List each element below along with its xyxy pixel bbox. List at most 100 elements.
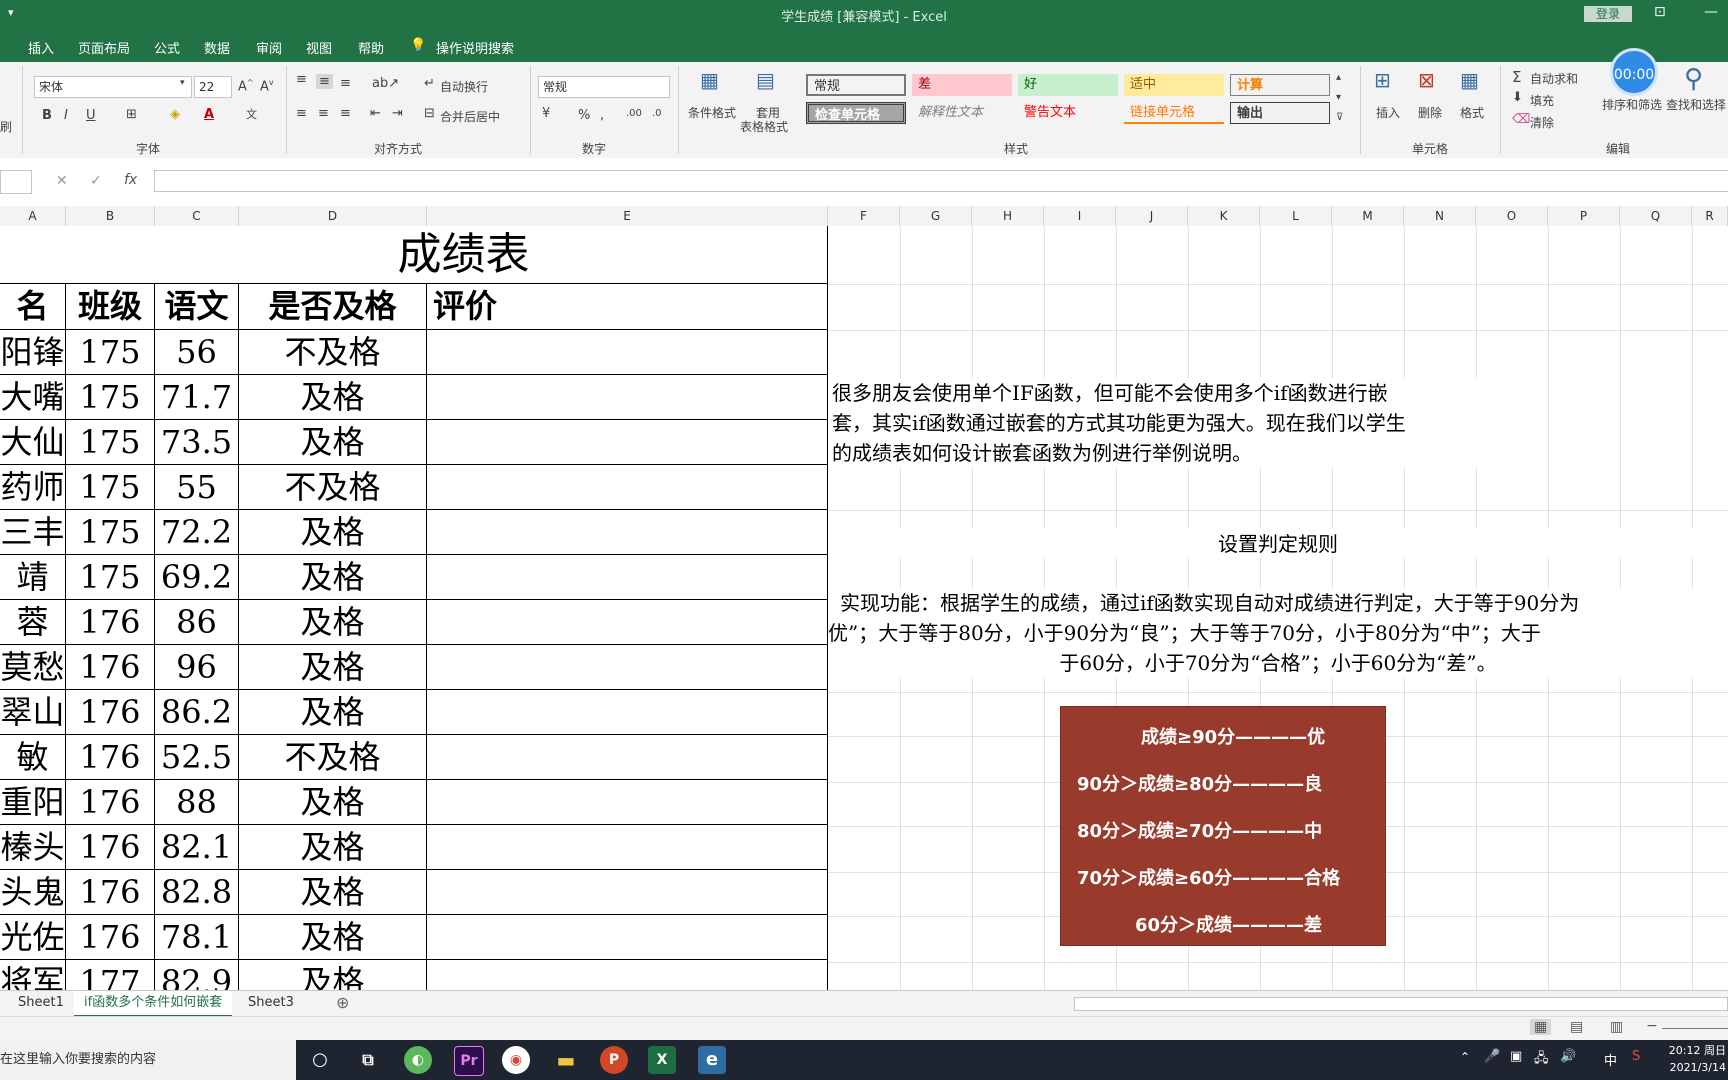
cell-name[interactable]: 大仙 [0, 420, 66, 465]
style-check-cell[interactable]: 检查单元格 [806, 102, 906, 124]
styles-more-icon[interactable]: ⊽ [1336, 112, 1343, 123]
cell-evaluation[interactable] [427, 510, 828, 555]
rule-title[interactable]: 设置判定规则 [828, 528, 1728, 557]
column-header[interactable]: H [972, 206, 1044, 226]
cell-name[interactable]: 莫愁 [0, 645, 66, 690]
table-format-icon[interactable]: ▤ [756, 68, 775, 92]
styles-scroll-up-icon[interactable]: ▴ [1336, 72, 1341, 83]
network-icon[interactable]: 🖧 [1534, 1049, 1549, 1071]
cell-name[interactable]: 药师 [0, 465, 66, 510]
format-cells-icon[interactable]: ▦ [1460, 68, 1479, 92]
delete-cells-icon[interactable]: ⊠ [1418, 68, 1435, 92]
conditional-format-button[interactable]: 条件格式 [688, 104, 736, 121]
cell-pass[interactable]: 及格 [239, 555, 427, 600]
cell-name[interactable]: 将军 [0, 960, 66, 990]
cell-chinese[interactable]: 72.2 [155, 510, 239, 555]
zoom-out-icon[interactable]: − [1646, 1018, 1658, 1034]
font-name-select[interactable]: 宋体 [34, 76, 192, 98]
cell-class[interactable]: 175 [66, 510, 155, 555]
ie-icon[interactable]: e [698, 1046, 726, 1074]
insert-function-icon[interactable]: fx [124, 172, 137, 188]
cell-name[interactable]: 靖 [0, 555, 66, 600]
cell-class[interactable]: 176 [66, 780, 155, 825]
column-header[interactable]: N [1404, 206, 1476, 226]
cell-class[interactable]: 176 [66, 825, 155, 870]
cell-chinese[interactable]: 55 [155, 465, 239, 510]
cell-class[interactable]: 175 [66, 555, 155, 600]
style-output[interactable]: 输出 [1230, 102, 1330, 124]
task-view-icon[interactable]: ⧉ [354, 1046, 382, 1074]
cell-chinese[interactable]: 69.2 [155, 555, 239, 600]
menu-insert[interactable]: 插入 [28, 38, 54, 57]
cell-chinese[interactable]: 96 [155, 645, 239, 690]
column-header[interactable]: D [239, 206, 427, 226]
cell-evaluation[interactable] [427, 960, 828, 990]
column-header[interactable]: F [828, 206, 900, 226]
worksheet-grid[interactable]: 成绩表 名 班级 语文 是否及格 评价 阳锋 175 56 不及格 大嘴 175 71.7 及… [0, 226, 1728, 990]
cell-pass[interactable]: 及格 [239, 420, 427, 465]
chrome-icon[interactable]: ◉ [502, 1046, 530, 1074]
tray-expand-icon[interactable]: ⌃ [1460, 1050, 1470, 1064]
cell-pass[interactable]: 及格 [239, 375, 427, 420]
login-button[interactable]: 登录 [1584, 6, 1632, 22]
column-header[interactable]: A [0, 206, 66, 226]
header-cell-pass[interactable]: 是否及格 [239, 284, 427, 330]
volume-icon[interactable]: 🔊 [1560, 1049, 1576, 1064]
cell-class[interactable]: 175 [66, 420, 155, 465]
column-header[interactable]: E [427, 206, 828, 226]
style-bad[interactable]: 差 [912, 74, 1012, 96]
taskbar-search-input[interactable]: 在这里输入你要搜索的内容 [0, 1040, 296, 1080]
name-box[interactable] [0, 170, 32, 194]
cell-evaluation[interactable] [427, 690, 828, 735]
cell-name[interactable]: 榛头 [0, 825, 66, 870]
header-cell-chinese[interactable]: 语文 [155, 284, 239, 330]
styles-scroll-down-icon[interactable]: ▾ [1336, 92, 1341, 103]
wrap-text-button[interactable]: 自动换行 [440, 78, 488, 95]
cell-chinese[interactable]: 82.9 [155, 960, 239, 990]
align-center-icon[interactable]: ≡ [318, 106, 329, 121]
cell-evaluation[interactable] [427, 555, 828, 600]
cell-pass[interactable]: 及格 [239, 960, 427, 990]
cell-pass[interactable]: 及格 [239, 645, 427, 690]
table-title[interactable]: 成绩表 [0, 226, 828, 284]
cell-evaluation[interactable] [427, 780, 828, 825]
cell-class[interactable]: 175 [66, 330, 155, 375]
formula-input[interactable] [154, 170, 1728, 192]
cell-pass[interactable]: 及格 [239, 825, 427, 870]
powerpoint-icon[interactable]: P [600, 1046, 628, 1074]
cell-chinese[interactable]: 56 [155, 330, 239, 375]
menu-page-layout[interactable]: 页面布局 [78, 38, 130, 57]
insert-cells-button[interactable]: 插入 [1376, 104, 1400, 121]
cell-chinese[interactable]: 86 [155, 600, 239, 645]
cancel-icon[interactable]: ✕ [56, 173, 68, 189]
cell-chinese[interactable]: 82.8 [155, 870, 239, 915]
autosum-icon[interactable]: Σ [1512, 68, 1521, 86]
cell-class[interactable]: 176 [66, 600, 155, 645]
style-neutral[interactable]: 适中 [1124, 74, 1224, 96]
cell-class[interactable]: 176 [66, 870, 155, 915]
cell-evaluation[interactable] [427, 420, 828, 465]
column-header[interactable]: O [1476, 206, 1548, 226]
style-calculation[interactable]: 计算 [1230, 74, 1330, 96]
premiere-icon[interactable]: Pr [454, 1046, 484, 1076]
cell-class[interactable]: 176 [66, 915, 155, 960]
menu-data[interactable]: 数据 [204, 38, 230, 57]
sogou-icon[interactable]: S [1632, 1049, 1640, 1064]
style-linked-cell[interactable]: 链接单元格 [1124, 102, 1224, 124]
column-header[interactable]: Q [1620, 206, 1692, 226]
cell-evaluation[interactable] [427, 915, 828, 960]
minimize-icon[interactable]: — [1704, 4, 1718, 20]
column-header[interactable]: K [1188, 206, 1260, 226]
cell-name[interactable]: 大嘴 [0, 375, 66, 420]
page-layout-view-icon[interactable]: ▤ [1570, 1019, 1583, 1035]
cell-evaluation[interactable] [427, 645, 828, 690]
increase-font-icon[interactable]: A^ [238, 78, 254, 94]
chevron-down-icon[interactable]: ▾ [180, 78, 185, 88]
cell-class[interactable]: 175 [66, 375, 155, 420]
column-header[interactable]: R [1692, 206, 1728, 226]
cell-evaluation[interactable] [427, 870, 828, 915]
fill-button[interactable]: 填充 [1530, 92, 1554, 109]
cell-pass[interactable]: 及格 [239, 780, 427, 825]
cell-pass[interactable]: 不及格 [239, 330, 427, 375]
wrap-text-icon[interactable]: ↵ [424, 76, 435, 91]
